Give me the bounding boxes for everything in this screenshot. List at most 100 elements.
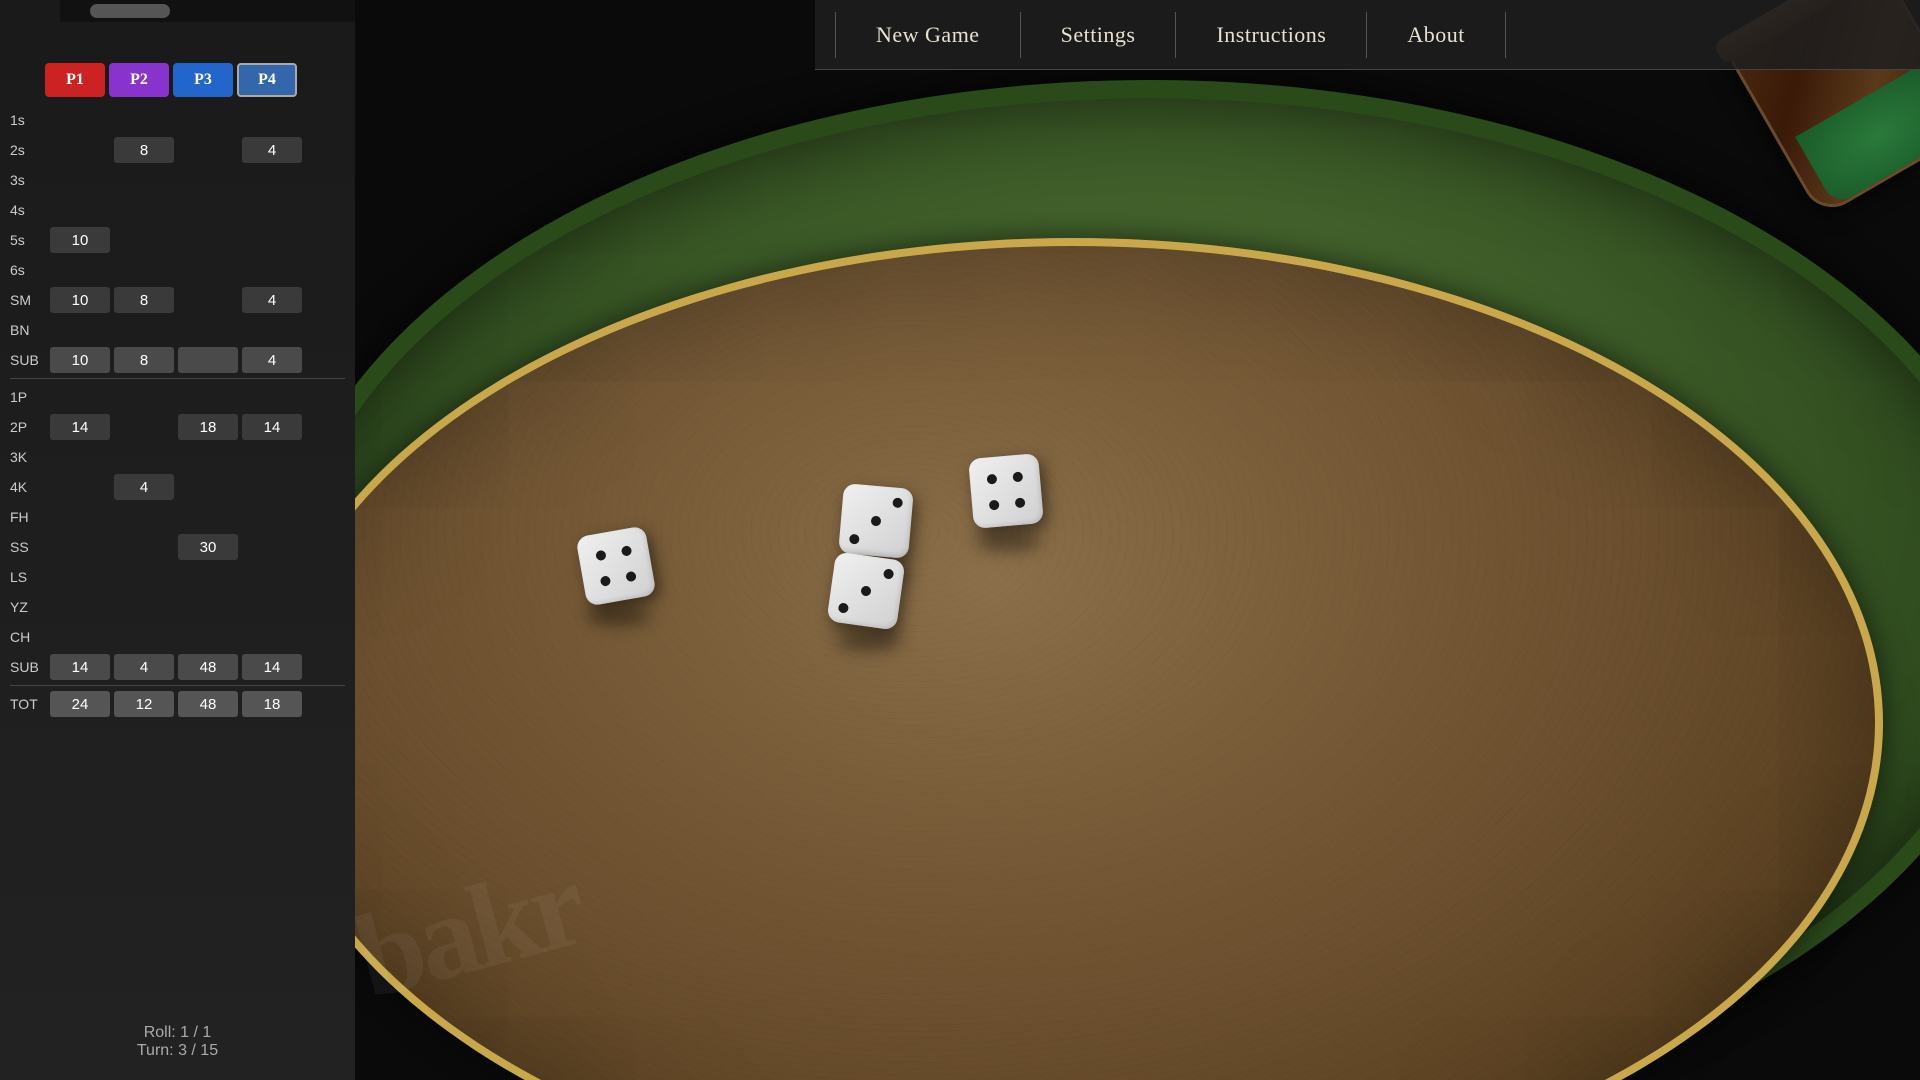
cell-3s-p4[interactable] bbox=[242, 167, 302, 193]
cell-2s-p1[interactable] bbox=[50, 137, 110, 163]
label-ch: CH bbox=[10, 629, 48, 645]
cell-ls-p1[interactable] bbox=[50, 564, 110, 590]
label-bn: BN bbox=[10, 322, 48, 338]
cell-ss-p3[interactable]: 30 bbox=[178, 534, 238, 560]
cell-ch-p4[interactable] bbox=[242, 624, 302, 650]
scroll-bar[interactable] bbox=[60, 0, 355, 22]
cup-inner bbox=[1795, 65, 1920, 206]
cell-6s-p4[interactable] bbox=[242, 257, 302, 283]
instructions-button[interactable]: Instructions bbox=[1176, 12, 1367, 58]
cell-ls-p4[interactable] bbox=[242, 564, 302, 590]
cell-3s-p3[interactable] bbox=[178, 167, 238, 193]
cell-4s-p2[interactable] bbox=[114, 197, 174, 223]
cell-2p-p3[interactable]: 18 bbox=[178, 414, 238, 440]
cell-1s-p1[interactable] bbox=[50, 107, 110, 133]
cell-3k-p4[interactable] bbox=[242, 444, 302, 470]
label-2s: 2s bbox=[10, 142, 48, 158]
cell-ls-p2[interactable] bbox=[114, 564, 174, 590]
cell-3s-p1[interactable] bbox=[50, 167, 110, 193]
cell-6s-p3[interactable] bbox=[178, 257, 238, 283]
label-sub1: SUB bbox=[10, 352, 48, 368]
cell-2s-p3[interactable] bbox=[178, 137, 238, 163]
cell-4s-p3[interactable] bbox=[178, 197, 238, 223]
die-1[interactable] bbox=[575, 525, 656, 606]
label-1p: 1P bbox=[10, 389, 48, 405]
dot bbox=[860, 585, 871, 596]
cell-3s-p2[interactable] bbox=[114, 167, 174, 193]
cell-1s-p3[interactable] bbox=[178, 107, 238, 133]
cell-5s-p2[interactable] bbox=[114, 227, 174, 253]
dot bbox=[595, 550, 607, 562]
cell-2p-p4[interactable]: 14 bbox=[242, 414, 302, 440]
cell-sm-p4[interactable]: 4 bbox=[242, 287, 302, 313]
cell-sub1-p1: 10 bbox=[50, 347, 110, 373]
new-game-button[interactable]: New Game bbox=[835, 12, 1021, 58]
cell-sub2-p2: 4 bbox=[114, 654, 174, 680]
cell-ls-p3[interactable] bbox=[178, 564, 238, 590]
cell-3k-p2[interactable] bbox=[114, 444, 174, 470]
cell-2s-p2[interactable]: 8 bbox=[114, 137, 174, 163]
cell-ss-p1[interactable] bbox=[50, 534, 110, 560]
cell-yz-p4[interactable] bbox=[242, 594, 302, 620]
cell-3k-p3[interactable] bbox=[178, 444, 238, 470]
cell-3k-p1[interactable] bbox=[50, 444, 110, 470]
dot bbox=[986, 474, 997, 485]
cell-fh-p4[interactable] bbox=[242, 504, 302, 530]
die-3[interactable] bbox=[968, 453, 1044, 529]
game-board: New Game Settings Instructions About bbox=[355, 0, 1920, 1080]
cell-fh-p3[interactable] bbox=[178, 504, 238, 530]
cell-bn-p1[interactable] bbox=[50, 317, 110, 343]
cell-4k-p1[interactable] bbox=[50, 474, 110, 500]
cell-2p-p1[interactable]: 14 bbox=[50, 414, 110, 440]
cell-ch-p2[interactable] bbox=[114, 624, 174, 650]
cell-1p-p2[interactable] bbox=[114, 384, 174, 410]
cell-sm-p2[interactable]: 8 bbox=[114, 287, 174, 313]
cell-yz-p3[interactable] bbox=[178, 594, 238, 620]
cell-5s-p3[interactable] bbox=[178, 227, 238, 253]
cell-2s-p4[interactable]: 4 bbox=[242, 137, 302, 163]
label-5s: 5s bbox=[10, 232, 48, 248]
cell-ch-p1[interactable] bbox=[50, 624, 110, 650]
cell-fh-p1[interactable] bbox=[50, 504, 110, 530]
cell-1p-p4[interactable] bbox=[242, 384, 302, 410]
cell-1p-p3[interactable] bbox=[178, 384, 238, 410]
cell-bn-p3[interactable] bbox=[178, 317, 238, 343]
die-2[interactable] bbox=[838, 483, 914, 559]
cell-sm-p3[interactable] bbox=[178, 287, 238, 313]
label-2p: 2P bbox=[10, 419, 48, 435]
cell-6s-p2[interactable] bbox=[114, 257, 174, 283]
row-ch: CH bbox=[0, 622, 355, 652]
label-sub2: SUB bbox=[10, 659, 48, 675]
cell-4k-p2[interactable]: 4 bbox=[114, 474, 174, 500]
cell-4s-p4[interactable] bbox=[242, 197, 302, 223]
cell-1s-p4[interactable] bbox=[242, 107, 302, 133]
row-sub2: SUB 14 4 48 14 bbox=[0, 652, 355, 682]
cell-ch-p3[interactable] bbox=[178, 624, 238, 650]
cell-2p-p2[interactable] bbox=[114, 414, 174, 440]
cell-sub2-p4: 14 bbox=[242, 654, 302, 680]
cell-sm-p1[interactable]: 10 bbox=[50, 287, 110, 313]
cell-bn-p2[interactable] bbox=[114, 317, 174, 343]
cell-4k-p3[interactable] bbox=[178, 474, 238, 500]
cell-ss-p2[interactable] bbox=[114, 534, 174, 560]
cell-1s-p2[interactable] bbox=[114, 107, 174, 133]
scroll-thumb[interactable] bbox=[90, 4, 170, 18]
cell-bn-p4[interactable] bbox=[242, 317, 302, 343]
cell-sub1-p2: 8 bbox=[114, 347, 174, 373]
cell-1p-p1[interactable] bbox=[50, 384, 110, 410]
cell-yz-p1[interactable] bbox=[50, 594, 110, 620]
score-rows: 1s 2s 8 4 3s 4s bbox=[0, 105, 355, 719]
cell-ss-p4[interactable] bbox=[242, 534, 302, 560]
cell-4s-p1[interactable] bbox=[50, 197, 110, 223]
cell-5s-p1[interactable]: 10 bbox=[50, 227, 110, 253]
cell-yz-p2[interactable] bbox=[114, 594, 174, 620]
die-4[interactable] bbox=[826, 551, 905, 630]
about-button[interactable]: About bbox=[1367, 12, 1506, 58]
label-tot: TOT bbox=[10, 696, 48, 712]
cell-6s-p1[interactable] bbox=[50, 257, 110, 283]
cell-5s-p4[interactable] bbox=[242, 227, 302, 253]
settings-button[interactable]: Settings bbox=[1021, 12, 1177, 58]
cell-fh-p2[interactable] bbox=[114, 504, 174, 530]
cell-4k-p4[interactable] bbox=[242, 474, 302, 500]
dot bbox=[1015, 497, 1026, 508]
